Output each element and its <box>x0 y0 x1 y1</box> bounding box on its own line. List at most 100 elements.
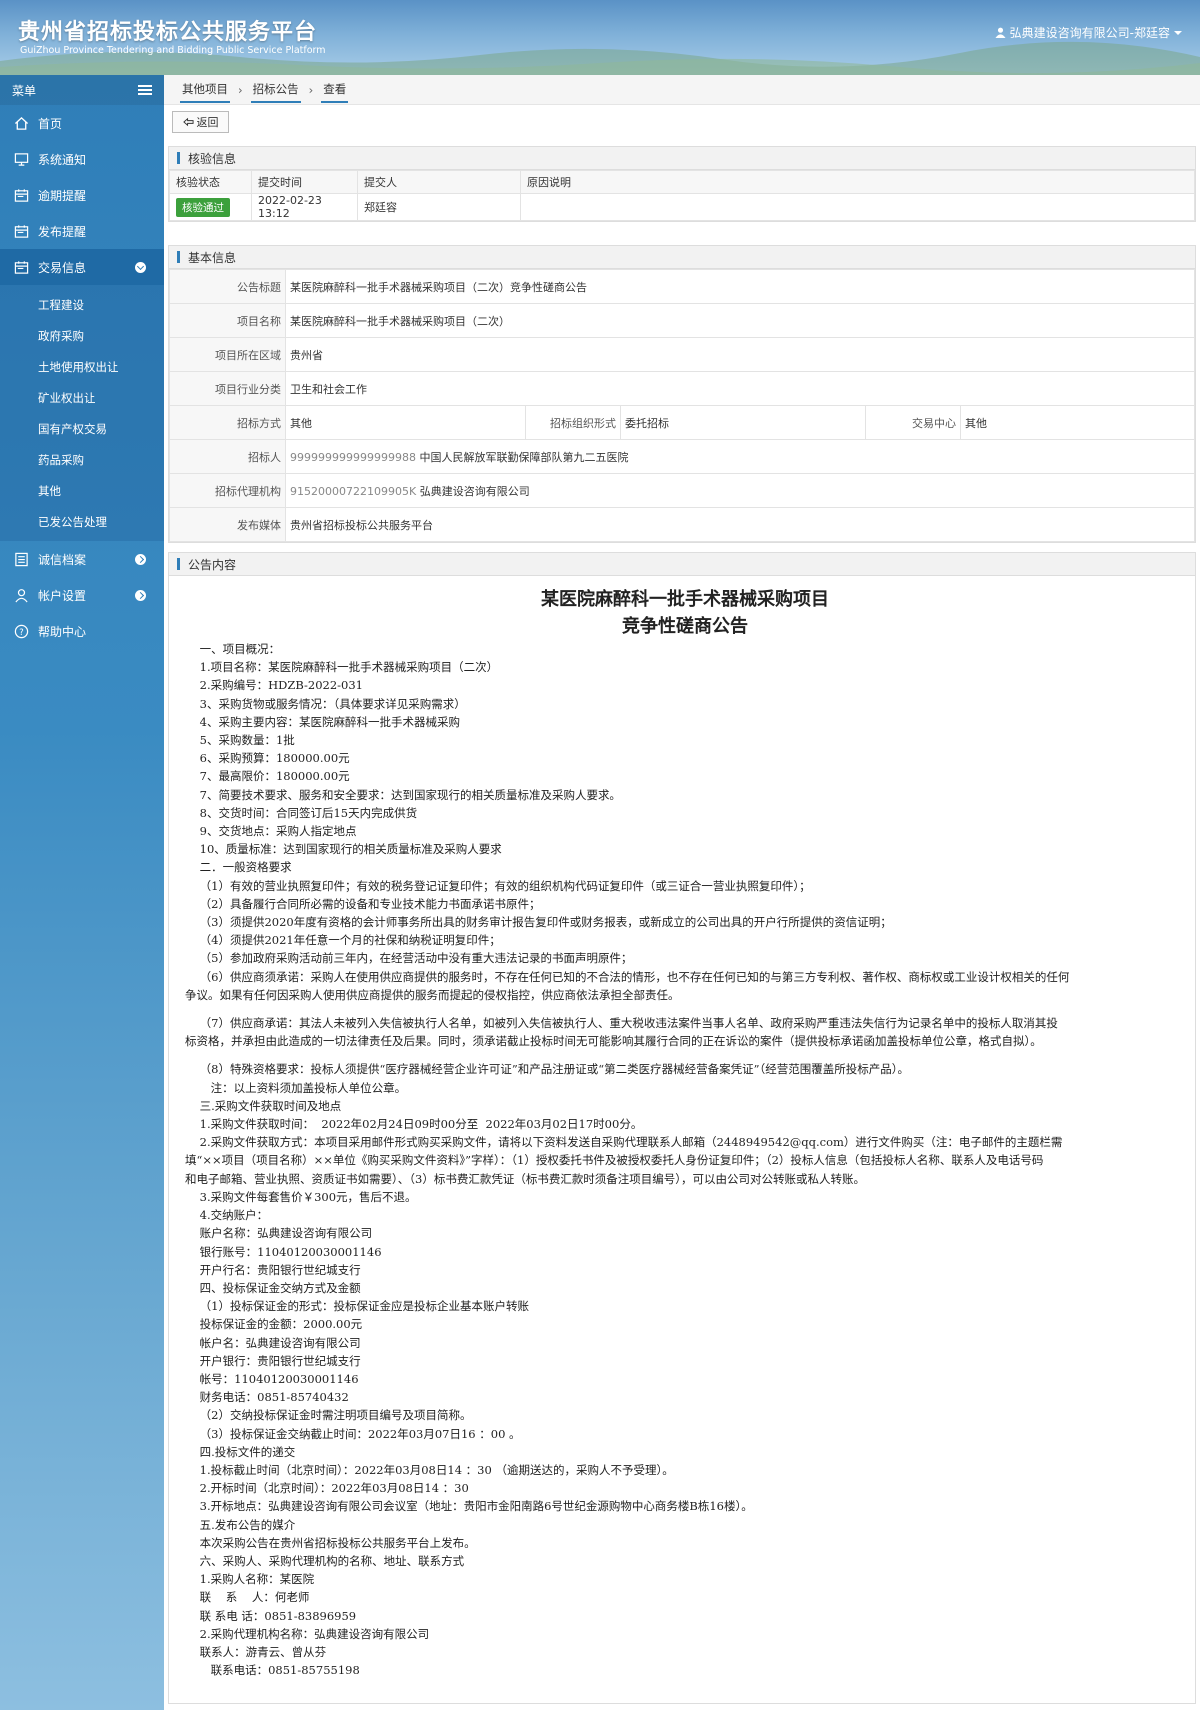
breadcrumb-item[interactable]: 查看 <box>321 81 349 103</box>
notice-line: 9、交货地点：采购人指定地点 <box>185 824 357 839</box>
field-label: 招标组织形式 <box>525 405 621 440</box>
sidebar-item-account[interactable]: 帐户设置 <box>0 577 164 613</box>
col-header: 核验状态 <box>169 170 252 194</box>
sidebar-header: 菜单 <box>0 75 164 105</box>
sidebar-item-home[interactable]: 首页 <box>0 105 164 141</box>
notice-line: 三.采购文件获取时间及地点 <box>185 1098 342 1113</box>
caret-down-icon <box>1174 30 1182 35</box>
notice-line: 帐户名：弘典建设咨询有限公司 <box>185 1335 361 1350</box>
sidebar-item-help[interactable]: ? 帮助中心 <box>0 613 164 649</box>
user-menu[interactable]: 弘典建设咨询有限公司-郑廷容 <box>995 24 1182 41</box>
menu-toggle-icon[interactable] <box>138 85 152 95</box>
menu-label: 菜单 <box>12 83 37 98</box>
chevron-down-icon <box>135 261 146 273</box>
status-cell: 核验通过 <box>169 193 252 221</box>
notice-line: 6、采购预算：180000.00元 <box>185 751 350 766</box>
notice-line: 10、质量标准：达到国家现行的相关质量标准及采购人要求 <box>185 842 502 857</box>
submenu-item[interactable]: 政府采购 <box>0 320 164 351</box>
sidebar-item-label: 诚信档案 <box>38 552 87 567</box>
field-label: 招标人 <box>169 439 286 474</box>
submenu-item[interactable]: 土地使用权出让 <box>0 351 164 382</box>
sidebar-item-credit[interactable]: 诚信档案 <box>0 541 164 577</box>
notice-line: 4、采购主要内容：某医院麻醉科一批手术器械采购 <box>185 714 460 729</box>
field-label: 交易中心 <box>865 405 961 440</box>
tenderer-code: 999999999999999988 <box>290 450 416 464</box>
submenu-item[interactable]: 矿业权出让 <box>0 382 164 413</box>
status-badge: 核验通过 <box>176 197 230 217</box>
notice-line: （2）具备履行合同所必需的设备和专业技术能力书面承诺书原件； <box>185 896 541 911</box>
breadcrumb-item[interactable]: 招标公告 <box>250 81 301 103</box>
notice-line: （2）交纳投标保证金时需注明项目编号及项目简称。 <box>185 1408 472 1423</box>
center-value: 其他 <box>960 405 1195 440</box>
method-value: 其他 <box>285 405 526 440</box>
notice-line: 银行账号：11040120030001146 <box>185 1244 382 1259</box>
notice-lines: 一、项目概况： 1.项目名称：某医院麻醉科一批手术器械采购项目（二次） 2.采购… <box>185 640 1185 1679</box>
reason-cell <box>520 193 1195 221</box>
notice-line: 7、简要技术要求、服务和安全要求：达到国家现行的相关质量标准及采购人要求。 <box>185 787 621 802</box>
back-label: 返回 <box>196 116 219 129</box>
sidebar-item-label: 帐户设置 <box>38 588 87 603</box>
notice-line: 和电子邮箱、营业执照、资质证书如需要）、（3）标书费汇款凭证（标书费汇款时须备注… <box>185 1171 866 1186</box>
sidebar-item-overdue[interactable]: 逾期提醒 <box>0 177 164 213</box>
submenu-item[interactable]: 国有产权交易 <box>0 413 164 444</box>
agent-name: 弘典建设咨询有限公司 <box>419 484 530 498</box>
notice-line: 五.发布公告的媒介 <box>185 1517 296 1532</box>
media-value: 贵州省招标投标公共服务平台 <box>285 507 1195 542</box>
notice-line: （8）特殊资格要求：投标人须提供“医疗器械经营企业许可证”和产品注册证或“第二类… <box>185 1062 909 1077</box>
field-label: 招标代理机构 <box>169 473 286 508</box>
submenu-item[interactable]: 药品采购 <box>0 444 164 475</box>
notice-line: 本次采购公告在贵州省招标投标公共服务平台上发布。 <box>185 1535 476 1550</box>
sidebar-item-publish[interactable]: 发布提醒 <box>0 213 164 249</box>
agent-value: 91520000722109905K 弘典建设咨询有限公司 <box>285 473 1195 508</box>
breadcrumb-item[interactable]: 其他项目 <box>180 81 230 103</box>
user-name: 弘典建设咨询有限公司-郑廷容 <box>1009 26 1170 40</box>
notice-line: 注：以上资料须加盖投标人单位公章。 <box>185 1080 407 1095</box>
notice-line: 二．一般资格要求 <box>185 860 292 875</box>
calendar-icon <box>12 258 30 276</box>
back-button[interactable]: 返回 <box>172 111 229 133</box>
sidebar-item-trade[interactable]: 交易信息 <box>0 249 164 285</box>
submenu-item[interactable]: 工程建设 <box>0 289 164 320</box>
agent-code: 91520000722109905K <box>290 484 417 498</box>
tenderer-name: 中国人民解放军联勤保障部队第九二五医院 <box>419 450 629 464</box>
notice-line: 填“××项目（项目名称）××单位《购买采购文件资料》”字样）：（1）授权委托书件… <box>185 1153 1044 1168</box>
calendar-icon <box>12 186 30 204</box>
breadcrumb-separator: › <box>308 82 314 97</box>
notice-line: 3、采购货物或服务情况：（具体要求详见采购需求） <box>185 696 466 711</box>
user-icon <box>995 27 1006 38</box>
notice-line: 7、最高限价：180000.00元 <box>185 769 350 784</box>
submenu-item[interactable]: 已发公告处理 <box>0 506 164 537</box>
sidebar-item-notice[interactable]: 系统通知 <box>0 141 164 177</box>
submenu-item[interactable]: 其他 <box>0 475 164 506</box>
site-title: 贵州省招标投标公共服务平台 <box>18 20 318 45</box>
notice-line: 1.采购人名称：某医院 <box>185 1572 315 1587</box>
home-icon <box>12 114 30 132</box>
notice-heading: 某医院麻醉科一批手术器械采购项目 <box>541 589 829 610</box>
back-icon <box>182 117 194 127</box>
project-name-value: 某医院麻醉科一批手术器械采购项目（二次） <box>285 303 1195 338</box>
notice-line: 争议。如果有任何因采购人使用供应商提供的服务而提起的侵权指控，供应商依法承担全部… <box>185 987 680 1002</box>
notice-line: 2.采购文件获取方式：本项目采用邮件形式购买采购文件，请将以下资料发送自采购代理… <box>185 1135 1063 1150</box>
field-label: 公告标题 <box>169 269 286 304</box>
notice-line: （3）须提供2020年度有资格的会计师事务所出具的财务审计报告复印件或财务报表，… <box>185 915 892 930</box>
col-header: 提交人 <box>357 170 521 194</box>
region-value: 贵州省 <box>285 337 1195 372</box>
notice-content-panel: 公告内容 某医院麻醉科一批手术器械采购项目 竞争性磋商公告 一、项目概况： 1.… <box>168 552 1196 1704</box>
notice-line: 开户银行：贵阳银行世纪城支行 <box>185 1353 361 1368</box>
verify-panel-title: 核验信息 <box>169 147 1195 170</box>
person-cell: 郑廷容 <box>357 193 521 221</box>
site-subtitle: GuiZhou Province Tendering and Bidding P… <box>20 45 326 56</box>
sidebar-item-label: 逾期提醒 <box>38 188 87 203</box>
notice-line <box>185 1050 1185 1060</box>
notice-line: 开户行名：贵阳银行世纪城支行 <box>185 1262 361 1277</box>
notice-line: 财务电话：0851-85740432 <box>185 1390 349 1405</box>
svg-text:?: ? <box>19 626 23 636</box>
notice-line: 2.采购代理机构名称：弘典建设咨询有限公司 <box>185 1626 430 1641</box>
table-row: 核验通过 2022-02-23 13:12 郑廷容 <box>169 193 1195 221</box>
notice-line: 2.开标时间（北京时间）：2022年03月08日14 ：30 <box>185 1481 469 1496</box>
notice-line: 1.投标截止时间（北京时间）：2022年03月08日14 ：30 （逾期送达的，… <box>185 1462 674 1477</box>
chevron-right-icon <box>135 553 146 565</box>
notice-line: （4）须提供2021年任意一个月的社保和纳税证明复印件； <box>185 933 501 948</box>
col-header: 提交时间 <box>251 170 358 194</box>
notice-line: （7）供应商承诺：其法人未被列入失信被执行人名单，如被列入失信被执行人、重大税收… <box>185 1016 1058 1031</box>
